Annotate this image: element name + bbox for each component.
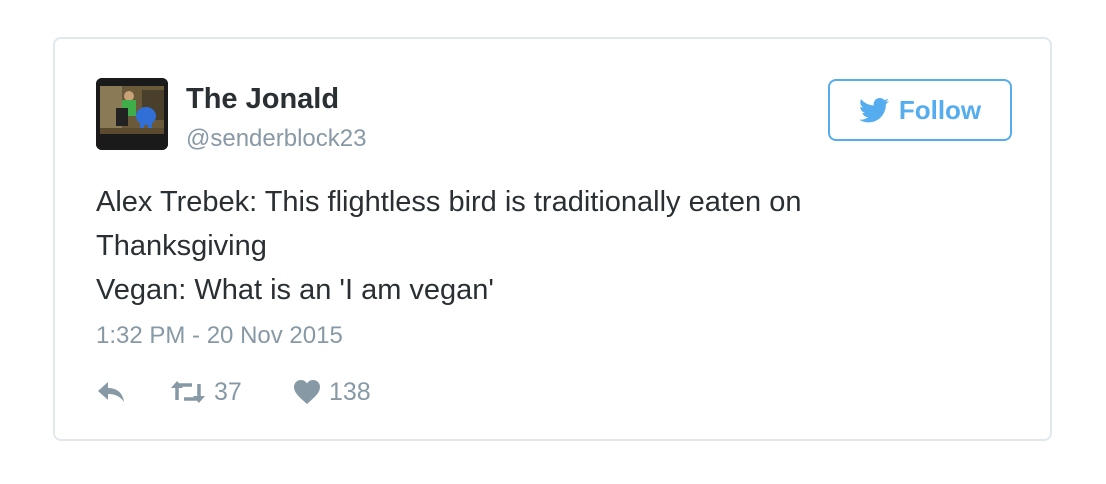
reply-button[interactable]	[96, 375, 126, 409]
tweet-text-line: Vegan: What is an 'I am vegan'	[96, 274, 494, 306]
heart-icon	[294, 380, 320, 404]
author-name[interactable]: The Jonald	[186, 83, 339, 116]
author-avatar[interactable]	[96, 78, 168, 150]
follow-button-label: Follow	[898, 94, 982, 125]
tweet-card: The Jonald @senderblock23 Follow Alex Tr…	[53, 37, 1052, 441]
tweet-timestamp[interactable]: 1:32 PM - 20 Nov 2015	[96, 322, 343, 350]
retweet-count: 37	[214, 377, 242, 406]
tweet-text-line: Thanksgiving	[96, 230, 267, 262]
user-avatar-photo-icon	[96, 78, 168, 150]
reply-icon	[98, 382, 124, 402]
retweet-icon	[171, 381, 205, 403]
tweet-text: Alex Trebek: This flightless bird is tra…	[96, 180, 996, 312]
author-handle[interactable]: @senderblock23	[186, 125, 366, 153]
tweet-text-line: Alex Trebek: This flightless bird is tra…	[96, 186, 802, 218]
like-count: 138	[329, 377, 371, 406]
twitter-bird-icon	[858, 97, 889, 122]
like-button[interactable]: 138	[293, 375, 371, 409]
follow-button[interactable]: Follow	[828, 79, 1012, 141]
retweet-button[interactable]: 37	[170, 375, 242, 409]
